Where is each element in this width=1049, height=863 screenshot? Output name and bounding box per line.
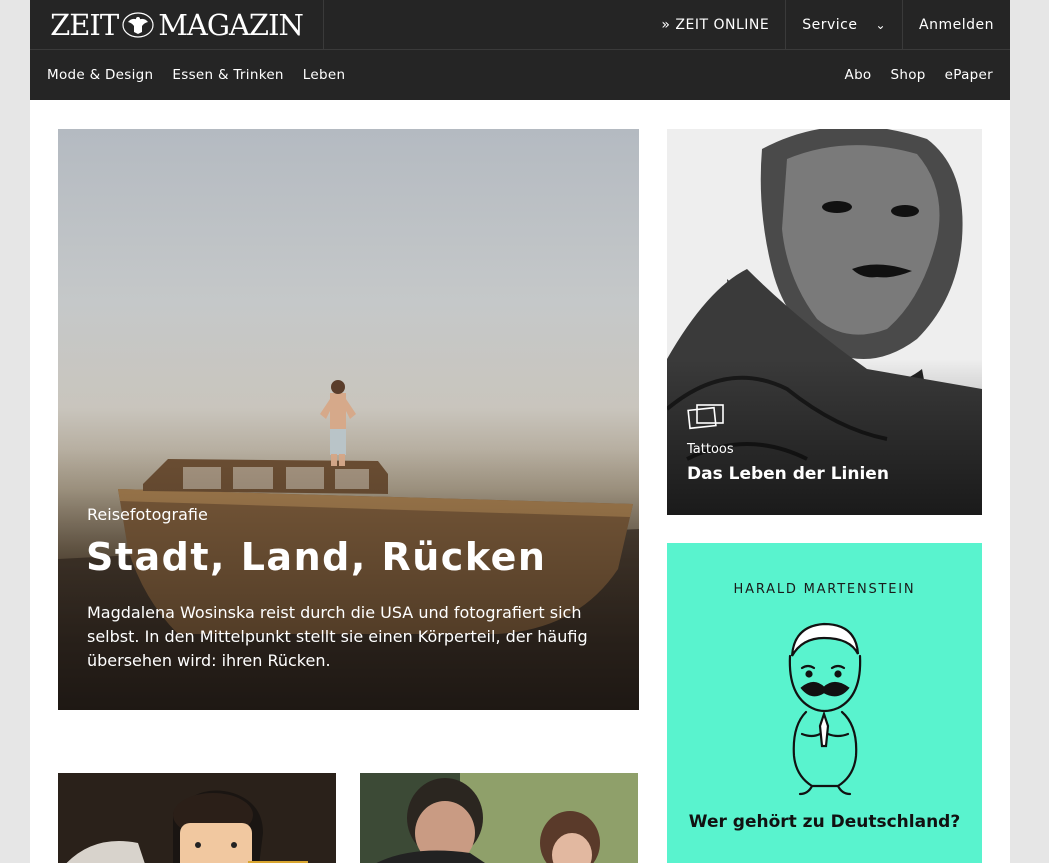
nav-item-mode-design[interactable]: Mode & Design (47, 67, 153, 83)
couple-image (360, 773, 638, 863)
couple-teaser[interactable] (360, 773, 638, 863)
tattoo-teaser[interactable]: Tattoos Das Leben der Linien (667, 129, 982, 515)
nav-item-leben[interactable]: Leben (303, 67, 346, 83)
hero-title[interactable]: Stadt, Land, Rücken (86, 535, 546, 579)
top-header: ZEIT MAGAZIN » ZEIT ONLINE Service ⌄ Anm… (30, 0, 1010, 50)
gallery-icon (687, 404, 724, 430)
section-nav: Mode & Design Essen & Trinken Leben Abo … (30, 50, 1010, 100)
tattoo-kicker: Tattoos (687, 442, 734, 457)
hero-kicker: Reisefotografie (87, 505, 208, 524)
column-title[interactable]: Wer gehört zu Deutschland? (667, 812, 982, 832)
hero-description: Magdalena Wosinska reist durch die USA u… (87, 603, 588, 670)
service-menu-button[interactable]: Service ⌄ (785, 0, 902, 50)
logo-text-right: MAGAZIN (158, 8, 304, 42)
section-nav-right: Abo Shop ePaper (826, 50, 993, 100)
martenstein-illustration (788, 622, 862, 796)
nav-item-essen-trinken[interactable]: Essen & Trinken (172, 67, 283, 83)
nav-item-shop[interactable]: Shop (891, 67, 926, 83)
playmobil-image (58, 773, 336, 863)
logo-text-left: ZEIT (50, 8, 119, 42)
zeit-online-link[interactable]: » ZEIT ONLINE (645, 0, 785, 50)
chevron-down-icon: ⌄ (875, 18, 887, 32)
zeit-magazin-logo[interactable]: ZEIT MAGAZIN (30, 0, 324, 50)
service-label: Service (802, 17, 858, 33)
login-link[interactable]: Anmelden (902, 0, 1010, 50)
tattoo-portrait-image (667, 129, 982, 515)
section-nav-left: Mode & Design Essen & Trinken Leben (47, 50, 364, 100)
tattoo-title[interactable]: Das Leben der Linien (687, 464, 889, 484)
nav-item-epaper[interactable]: ePaper (945, 67, 993, 83)
eagle-seal-icon (122, 12, 154, 38)
hero-teaser[interactable]: Reisefotografie Stadt, Land, Rücken Magd… (58, 129, 639, 710)
page: ZEIT MAGAZIN » ZEIT ONLINE Service ⌄ Anm… (30, 0, 1010, 863)
nav-item-abo[interactable]: Abo (845, 67, 872, 83)
martenstein-column-teaser[interactable]: HARALD MARTENSTEIN Wer gehört zu Deutsch… (667, 543, 982, 863)
playmobil-teaser[interactable] (58, 773, 336, 863)
column-author: HARALD MARTENSTEIN (733, 582, 916, 597)
top-nav: » ZEIT ONLINE Service ⌄ Anmelden (645, 0, 1010, 50)
